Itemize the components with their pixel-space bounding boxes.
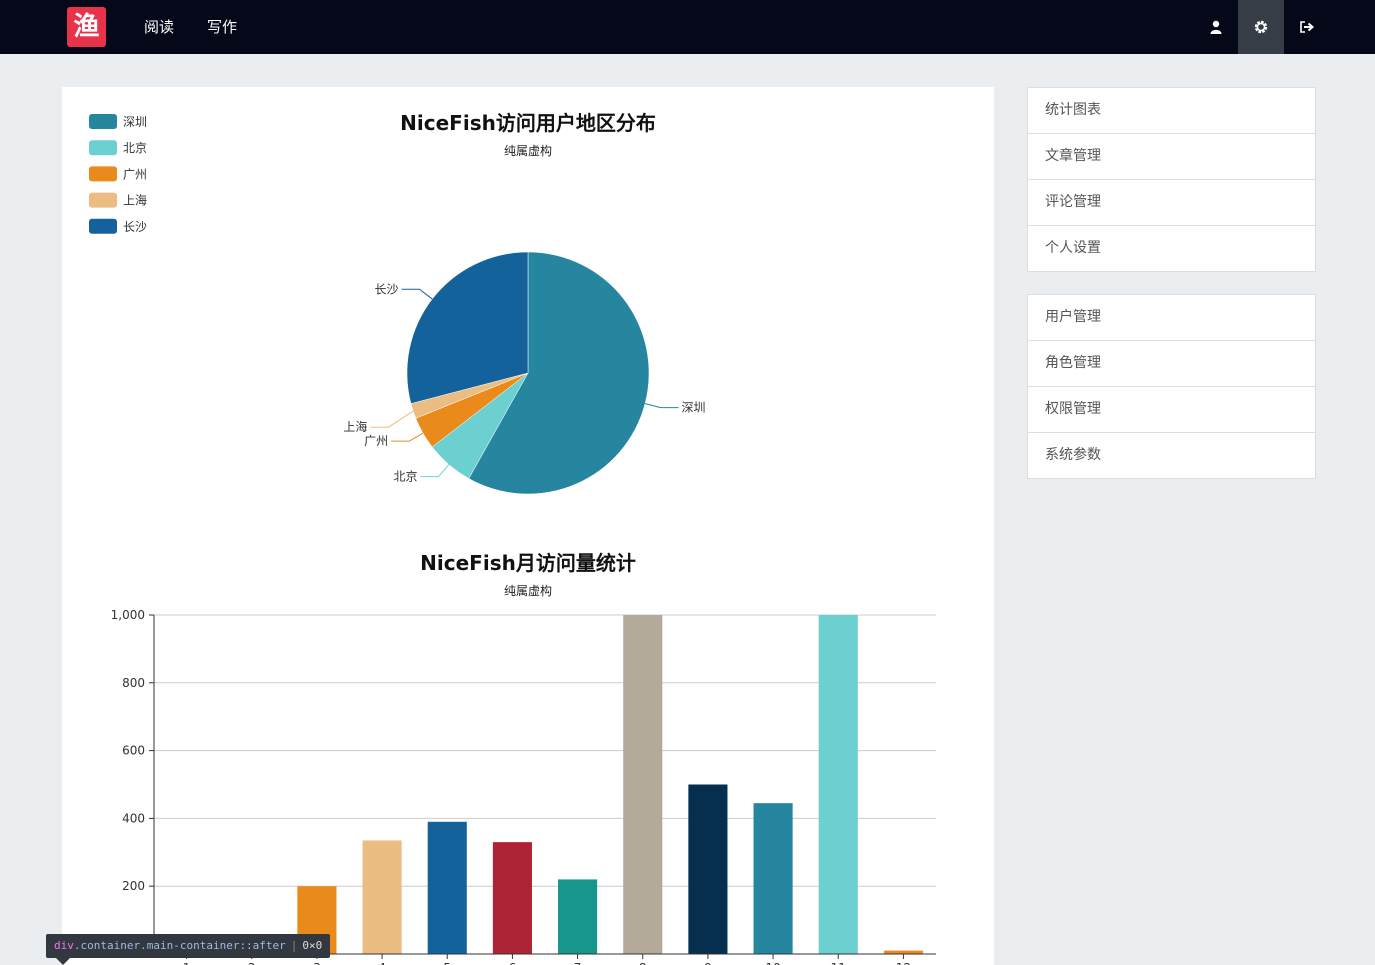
bar-6 bbox=[492, 842, 532, 954]
legend-swatch-1 bbox=[89, 140, 117, 156]
legend-label-1: 北京 bbox=[123, 141, 147, 155]
nav-link-write[interactable]: 写作 bbox=[207, 0, 237, 54]
legend-label-3: 上海 bbox=[123, 193, 147, 208]
legend-label-0: 深圳 bbox=[123, 115, 147, 129]
sidebar-item-comments[interactable]: 评论管理 bbox=[1028, 180, 1315, 226]
user-icon[interactable] bbox=[1193, 0, 1239, 54]
x-tick-label-3: 4 bbox=[378, 961, 386, 965]
y-tick-label-3: 800 bbox=[122, 676, 145, 690]
pie-legend: 深圳北京广州上海长沙 bbox=[89, 114, 147, 234]
logo[interactable]: 渔 bbox=[67, 7, 106, 47]
tooltip-dims: 0×0 bbox=[302, 939, 323, 952]
legend-swatch-2 bbox=[89, 166, 117, 182]
y-tick-label-1: 400 bbox=[122, 811, 145, 825]
x-tick-label-0: 1 bbox=[183, 961, 191, 965]
y-tick-label-2: 600 bbox=[122, 744, 145, 758]
bar-9 bbox=[688, 784, 728, 954]
tooltip-arrow bbox=[56, 958, 70, 965]
x-tick-label-11: 12 bbox=[896, 961, 911, 965]
sidebar-menu-system: 用户管理 角色管理 权限管理 系统参数 bbox=[1027, 294, 1316, 479]
chart-panel: NiceFish访问用户地区分布 纯属虚构 深圳 北京 广州 上海 长沙 深圳 北京 广州上… bbox=[62, 87, 994, 965]
pie-leader-1 bbox=[420, 464, 450, 478]
x-tick-label-7: 8 bbox=[639, 961, 647, 965]
pie-label-4: 长沙 bbox=[375, 282, 399, 296]
charts-svg: NiceFish访问用户地区分布 纯属虚构 深圳北京广州上海长沙 深圳北京广州上… bbox=[89, 111, 936, 965]
y-tick-label-0: 200 bbox=[122, 879, 145, 893]
nav-link-read[interactable]: 阅读 bbox=[144, 0, 174, 54]
bar-4 bbox=[362, 840, 402, 954]
bar-10 bbox=[753, 803, 793, 954]
x-tick-label-9: 10 bbox=[765, 961, 780, 965]
devtools-tooltip: div.container.main-container::after | 0×0 bbox=[46, 934, 331, 958]
pie-leader-0 bbox=[644, 403, 679, 409]
x-tick-label-6: 7 bbox=[574, 961, 582, 965]
top-navbar: 渔 阅读 写作 bbox=[0, 0, 1375, 54]
bar-12 bbox=[883, 950, 923, 954]
legend-swatch-0 bbox=[89, 114, 117, 129]
bar-chart-subtitle: 纯属虚构 bbox=[504, 583, 552, 598]
sidebar-item-permissions[interactable]: 权限管理 bbox=[1028, 387, 1315, 433]
pie-leader-4 bbox=[401, 288, 433, 300]
pie-chart-subtitle: 纯属虚构 bbox=[504, 143, 552, 158]
pie-leader-3 bbox=[370, 410, 414, 428]
sidebar-item-charts[interactable]: 统计图表 bbox=[1028, 88, 1315, 134]
gear-icon[interactable] bbox=[1238, 0, 1284, 54]
bar-8 bbox=[623, 615, 663, 954]
x-tick-label-5: 6 bbox=[509, 961, 517, 965]
bar-chart-title: NiceFish月访问量统计 bbox=[420, 551, 636, 575]
sidebar-item-params[interactable]: 系统参数 bbox=[1028, 433, 1315, 478]
bar-bars bbox=[297, 615, 923, 954]
bar-11 bbox=[818, 615, 858, 954]
pie-label-0: 深圳 bbox=[682, 401, 706, 415]
sidebar-item-articles[interactable]: 文章管理 bbox=[1028, 134, 1315, 180]
pie-slices bbox=[406, 251, 650, 495]
pie-leader-2 bbox=[391, 432, 424, 442]
pie-label-3: 上海 bbox=[343, 419, 367, 434]
pie-chart-title: NiceFish访问用户地区分布 bbox=[400, 111, 656, 135]
x-tick-label-8: 9 bbox=[704, 961, 712, 965]
x-tick-label-10: 11 bbox=[831, 961, 846, 965]
legend-label-4: 长沙 bbox=[123, 220, 147, 234]
tooltip-selector: div bbox=[54, 939, 74, 952]
x-tick-label-1: 2 bbox=[248, 961, 256, 965]
sidebar-item-profile[interactable]: 个人设置 bbox=[1028, 226, 1315, 271]
sidebar-item-users[interactable]: 用户管理 bbox=[1028, 295, 1315, 341]
legend-label-2: 广州 bbox=[123, 167, 147, 181]
bar-5 bbox=[427, 821, 467, 954]
legend-swatch-4 bbox=[89, 218, 117, 234]
sidebar-menu-content: 统计图表 文章管理 评论管理 个人设置 bbox=[1027, 87, 1316, 272]
y-tick-label-4: 1,000 bbox=[111, 608, 145, 622]
pie-label-1: 北京 bbox=[393, 470, 417, 484]
x-tick-label-4: 5 bbox=[443, 961, 451, 965]
bar-7 bbox=[558, 879, 598, 954]
pie-label-2: 广州 bbox=[364, 434, 388, 448]
logout-icon[interactable] bbox=[1284, 0, 1330, 54]
sidebar-item-roles[interactable]: 角色管理 bbox=[1028, 341, 1315, 387]
legend-swatch-3 bbox=[89, 192, 117, 208]
tooltip-classes: .container.main-container::after bbox=[73, 939, 286, 952]
x-tick-label-2: 3 bbox=[313, 961, 321, 965]
